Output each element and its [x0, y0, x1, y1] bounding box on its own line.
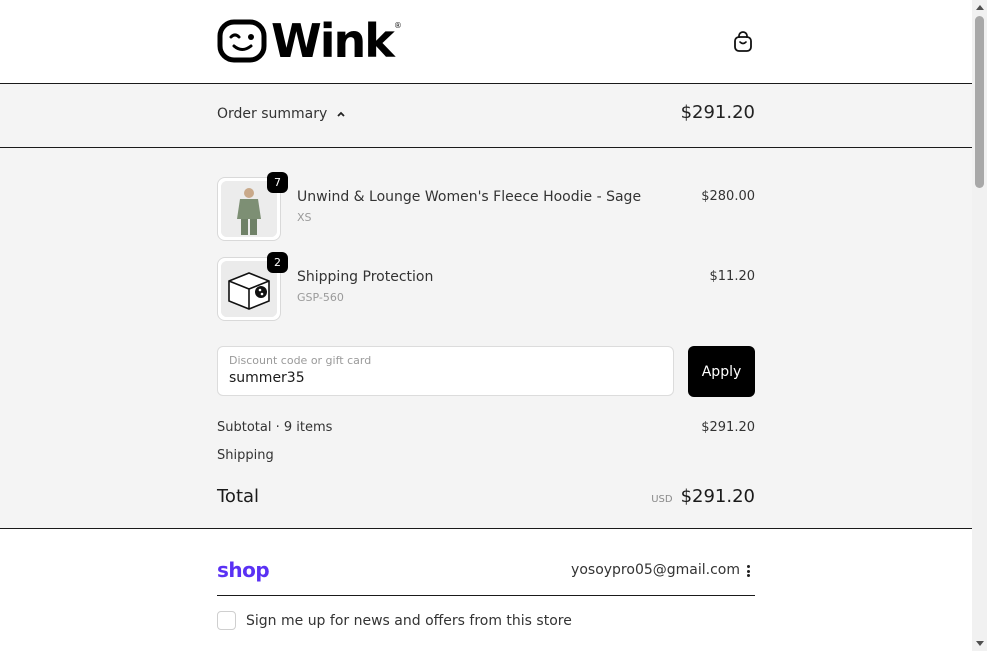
order-summary-total: $291.20 — [680, 102, 755, 123]
item-variant: GSP-560 — [297, 291, 344, 304]
order-summary-label: Order summary — [217, 106, 328, 122]
discount-field-label: Discount code or gift card — [229, 354, 372, 367]
product-thumbnail: 2 — [217, 252, 288, 321]
shop-pay-logo: shop — [217, 558, 270, 582]
line-item: 2 Shipping Protection GSP-560 $11.20 — [217, 252, 756, 323]
apply-discount-button[interactable]: Apply — [688, 346, 755, 397]
wink-face-icon — [217, 19, 267, 63]
order-summary-toggle[interactable]: Order summary — [217, 106, 347, 122]
subtotal-value: $291.20 — [701, 420, 755, 435]
order-summary-bar: Order summary $291.20 — [0, 84, 972, 148]
scroll-up-arrow-icon[interactable] — [976, 5, 984, 10]
more-options-icon[interactable] — [743, 563, 753, 579]
scrollbar-thumb[interactable] — [975, 16, 984, 188]
item-name: Unwind & Lounge Women's Fleece Hoodie - … — [297, 189, 642, 205]
discount-field[interactable]: Discount code or gift card — [217, 346, 674, 396]
item-variant: XS — [297, 211, 312, 224]
shipping-row: Shipping — [217, 448, 755, 463]
wink-logo[interactable]: Wink ® — [217, 18, 402, 64]
product-thumbnail: 7 — [217, 172, 288, 241]
divider — [217, 595, 755, 596]
total-value-group: USD $291.20 — [651, 486, 755, 507]
subtotal-row: Subtotal · 9 items $291.20 — [217, 420, 755, 435]
subtotal-label: Subtotal · 9 items — [217, 420, 333, 435]
chevron-up-icon — [337, 111, 345, 117]
shipping-label: Shipping — [217, 448, 274, 463]
line-item: 7 Unwind & Lounge Women's Fleece Hoodie … — [217, 172, 755, 243]
brand-name: Wink — [271, 14, 395, 68]
currency-code: USD — [651, 494, 673, 505]
item-name: Shipping Protection — [297, 269, 434, 285]
order-details-panel: 7 Unwind & Lounge Women's Fleece Hoodie … — [0, 148, 972, 529]
newsletter-option[interactable]: Sign me up for news and offers from this… — [217, 611, 572, 630]
newsletter-checkbox[interactable] — [217, 611, 236, 630]
item-price: $280.00 — [701, 189, 755, 204]
discount-code-input[interactable] — [229, 370, 649, 386]
shopping-bag-icon[interactable] — [731, 30, 755, 54]
total-label: Total — [217, 486, 260, 507]
item-price: $11.20 — [709, 269, 756, 284]
quantity-badge: 2 — [267, 252, 288, 273]
quantity-badge: 7 — [267, 172, 288, 193]
account-email: yosoypro05@gmail.com — [571, 562, 740, 578]
total-value: $291.20 — [680, 486, 755, 507]
checkout-page: Wink ® Order summary $291.20 7 Unwind & … — [0, 0, 972, 651]
newsletter-label: Sign me up for news and offers from this… — [246, 612, 572, 629]
scroll-down-arrow-icon[interactable] — [976, 641, 984, 646]
registered-mark: ® — [393, 20, 402, 30]
vertical-scrollbar[interactable] — [972, 0, 987, 651]
header: Wink ® — [0, 0, 972, 84]
